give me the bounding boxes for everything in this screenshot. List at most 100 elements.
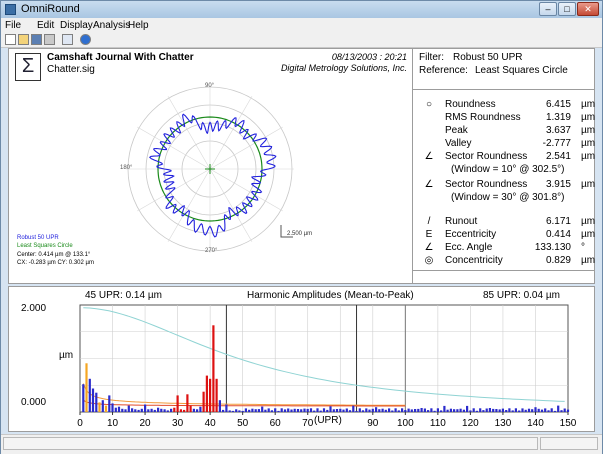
harmonic-bar — [501, 408, 504, 412]
polar-spoke — [209, 96, 253, 170]
help-icon[interactable] — [80, 34, 91, 45]
x-tick-label: 50 — [237, 418, 249, 429]
measurement-label: Valley — [445, 138, 472, 149]
harmonic-bar — [384, 409, 387, 412]
menu-bar: File Edit Display Analysis Help — [1, 18, 602, 33]
sector-roundness-icon: ∠ — [424, 179, 434, 190]
legend-cxcy: CX: -0.283 µm CY: 0.302 µm — [17, 260, 94, 266]
measurement-unit: µm — [581, 151, 596, 162]
measurement-label: RMS Roundness — [445, 112, 521, 123]
harmonic-bar — [157, 407, 160, 412]
harmonic-bar — [108, 395, 111, 412]
measurement-row: ∠ Sector Roundness 2.541 µm — [413, 151, 596, 163]
close-button[interactable]: ✕ — [577, 2, 599, 16]
y-axis-label: µm — [59, 350, 74, 361]
menu-file[interactable]: File — [5, 20, 21, 31]
harmonic-bar — [540, 409, 544, 412]
measurement-label: (Window = 10° @ 302.5°) — [451, 164, 565, 175]
harmonic-bar — [231, 410, 234, 412]
harmonic-bar — [147, 409, 150, 412]
menu-analysis[interactable]: Analysis — [93, 20, 130, 31]
harmonic-bar — [212, 325, 215, 412]
minimize-button[interactable]: – — [539, 2, 557, 16]
x-tick-label: 30 — [172, 418, 184, 429]
maximize-button[interactable]: □ — [558, 2, 576, 16]
measurement-label: Roundness — [445, 99, 496, 110]
measurement-row: RMS Roundness 1.319 µm — [413, 112, 595, 124]
harmonic-bar — [453, 409, 456, 412]
polar-spoke — [209, 168, 253, 242]
harmonic-bar — [95, 392, 98, 412]
harmonic-bar — [192, 408, 195, 412]
measurement-row: (Window = 30° @ 301.8°) — [413, 192, 594, 204]
measurement-value: 0.414 — [545, 229, 571, 240]
harmonic-bar — [189, 405, 192, 412]
toolbar — [1, 33, 602, 48]
harmonic-bar — [436, 408, 439, 412]
harmonic-bar — [82, 384, 85, 412]
harmonic-bar — [228, 410, 231, 412]
measurement-value: 6.415 — [545, 99, 571, 110]
measurement-unit: ° — [581, 242, 585, 253]
harmonic-bar — [391, 410, 394, 412]
harmonic-bar — [251, 408, 254, 412]
save-icon[interactable] — [31, 34, 42, 45]
measurement-value: 1.319 — [545, 112, 571, 123]
harmonic-bar — [348, 410, 352, 412]
title-bar[interactable]: OmniRound – □ ✕ — [1, 1, 602, 18]
harmonic-bar — [407, 408, 410, 412]
angle-label-90: 90° — [205, 83, 215, 89]
measurement-row: ∠ Ecc. Angle 133.130 ° — [413, 242, 594, 254]
menu-display[interactable]: Display — [60, 20, 93, 31]
open-icon[interactable] — [18, 34, 29, 45]
measurement-panel: ○ Roundness 6.415 µm RMS Roundness 1.319 µm Pea… — [413, 93, 596, 266]
new-icon[interactable] — [5, 34, 16, 45]
harmonic-bar — [534, 407, 537, 412]
legend-center: Center: 0.414 µm @ 133.1° — [17, 252, 91, 258]
harmonic-bar — [544, 408, 547, 412]
measurement-value: 2.541 — [545, 151, 571, 162]
harmonic-bar — [537, 408, 540, 412]
measurement-value: 3.915 — [545, 179, 571, 190]
copy-icon[interactable] — [62, 34, 73, 45]
x-axis-label: (UPR) — [314, 415, 342, 426]
harmonic-bar — [319, 410, 322, 412]
measurement-row: E Eccentricity 0.414 µm — [413, 229, 595, 241]
polar-spoke — [167, 96, 211, 170]
harmonic-bar — [332, 409, 335, 412]
harmonic-bar — [300, 409, 303, 412]
measurement-value: 0.829 — [545, 255, 571, 266]
harmonic-bar — [388, 408, 391, 412]
polar-spoke — [137, 126, 211, 170]
harmonic-bar — [508, 408, 511, 412]
harmonic-bar — [401, 408, 404, 412]
harmonic-bar — [85, 363, 88, 412]
print-icon[interactable] — [44, 34, 55, 45]
harmonic-bar — [186, 394, 189, 412]
status-message — [3, 437, 538, 450]
harmonic-bar — [511, 410, 514, 412]
harmonic-bar — [306, 408, 309, 412]
harmonic-bar — [124, 409, 127, 412]
harmonic-bar — [547, 410, 550, 412]
eccentricity-icon: E — [425, 229, 433, 240]
harmonic-bar — [518, 410, 521, 412]
harmonic-bar — [104, 405, 108, 412]
harmonic-bar — [368, 409, 371, 412]
harmonic-bar — [176, 395, 179, 412]
harmonic-bar — [527, 408, 531, 412]
angle-label-180: 180° — [120, 165, 133, 171]
measurement-label: Ecc. Angle — [445, 242, 493, 253]
x-tick-label: 70 — [302, 418, 314, 429]
harmonic-bar — [254, 409, 257, 412]
menu-help[interactable]: Help — [128, 20, 149, 31]
measurement-label: Runout — [445, 216, 478, 227]
scale-label: 2.500 µm — [287, 231, 313, 237]
menu-edit[interactable]: Edit — [37, 20, 54, 31]
app-icon — [5, 4, 16, 15]
measurement-value: 6.171 — [545, 216, 571, 227]
measurement-label: Eccentricity — [445, 229, 497, 240]
legend-filter: Robust 50 UPR — [17, 235, 59, 241]
harmonic-bar — [550, 408, 553, 412]
harmonic-bar — [140, 408, 143, 412]
